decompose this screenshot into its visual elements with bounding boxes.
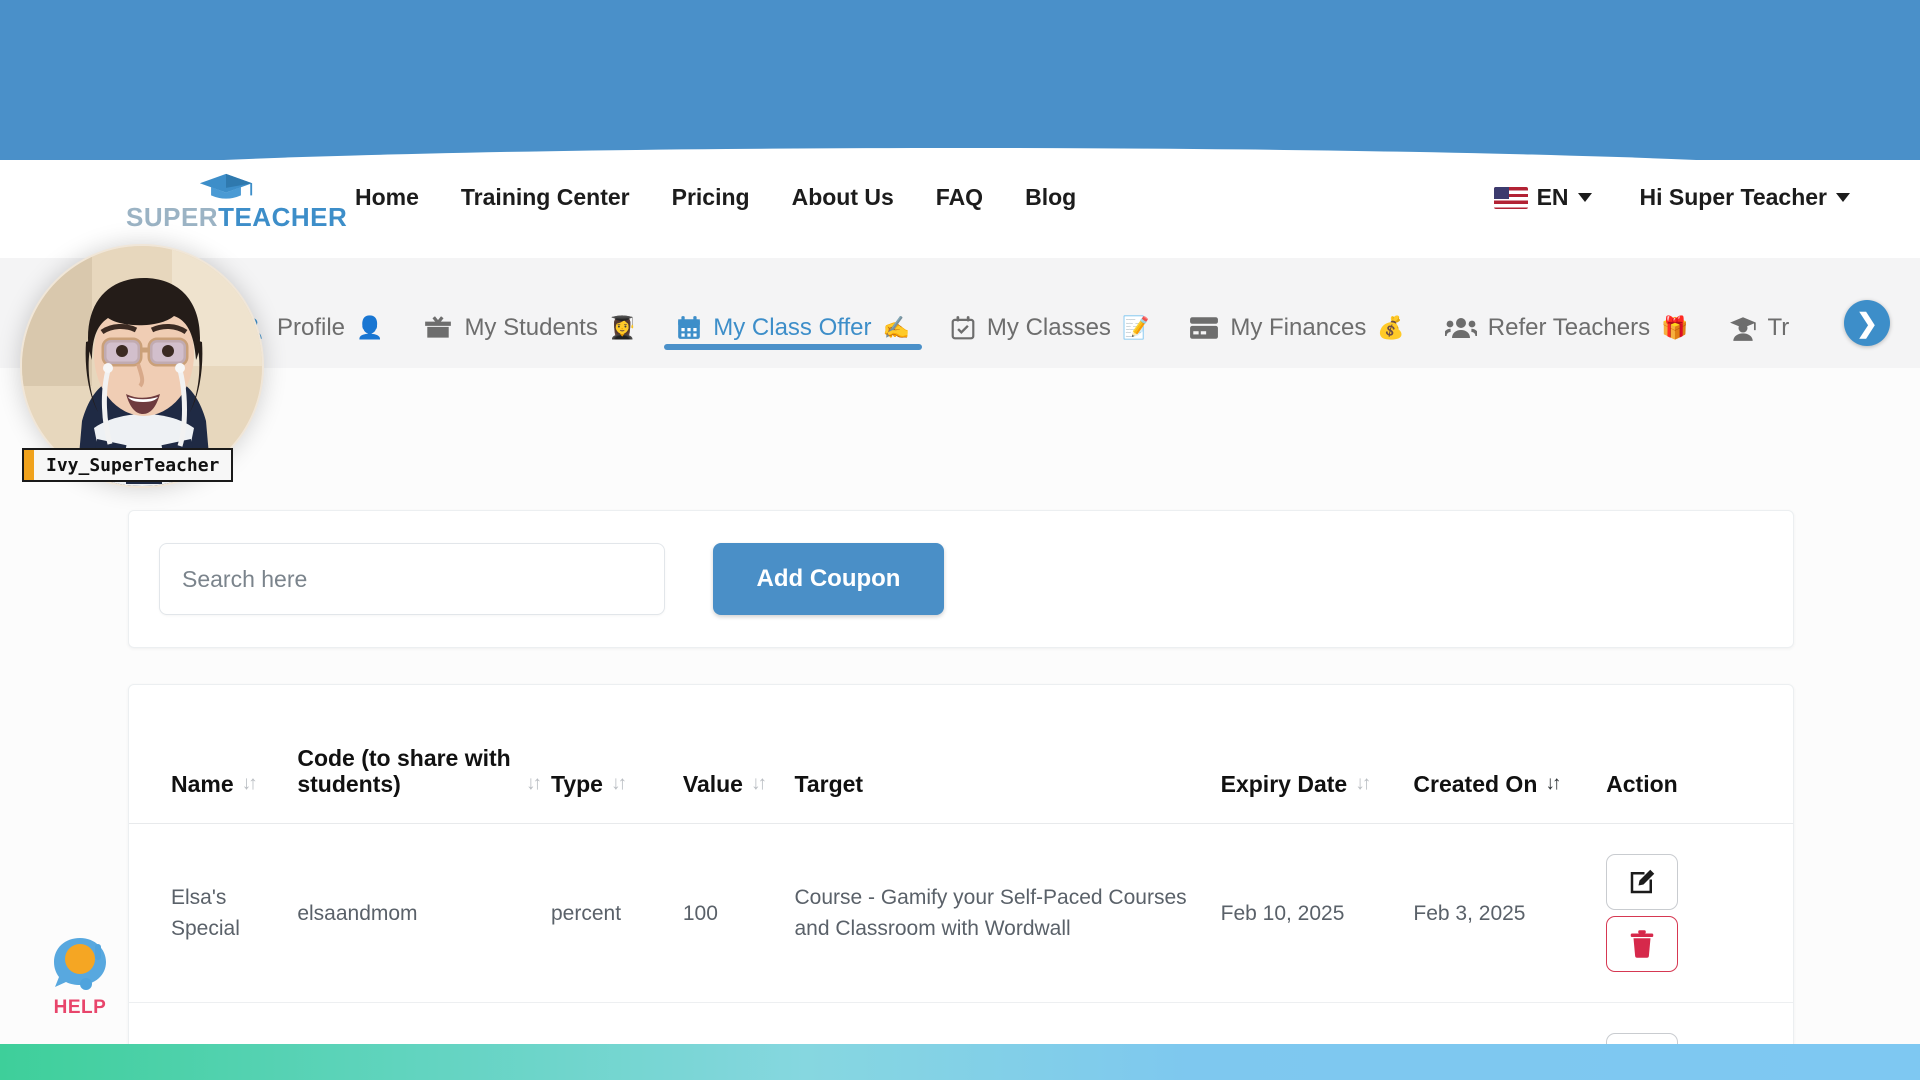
screenshare-top-banner bbox=[0, 0, 1920, 188]
column-label: Target bbox=[794, 771, 864, 798]
tab-label: My Finances bbox=[1230, 314, 1367, 341]
header-right-controls: EN Hi Super Teacher bbox=[1493, 184, 1850, 211]
table-header-row: Name ↓↑ Code (to share with students) ↓↑… bbox=[129, 685, 1793, 825]
logo-wordmark: SUPERTEACHER bbox=[126, 202, 347, 232]
column-header-code: Code (to share with students) ↓↑ bbox=[291, 685, 545, 825]
tab-label: Refer Teachers bbox=[1487, 314, 1651, 341]
graduation-cap-icon bbox=[199, 173, 253, 199]
language-code: EN bbox=[1536, 184, 1569, 210]
tab-my-finances[interactable]: My Finances 💰 bbox=[1169, 258, 1424, 368]
group-icon bbox=[1444, 318, 1477, 338]
table-row: Elsa's Special elsaandmom percent 100 Co… bbox=[129, 823, 1793, 1004]
column-label: Action bbox=[1606, 771, 1678, 798]
tab-my-classes[interactable]: My Classes 📝 bbox=[930, 258, 1169, 368]
tab-emoji: 🎁 bbox=[1661, 315, 1689, 340]
language-selector[interactable]: EN bbox=[1493, 184, 1592, 211]
tab-label: My Class Offer bbox=[713, 314, 872, 341]
column-header-name: Name ↓↑ bbox=[129, 685, 292, 825]
column-header-type: Type ↓↑ bbox=[544, 685, 677, 825]
chevron-down-icon bbox=[1836, 193, 1850, 202]
cell-value: 100 bbox=[676, 823, 789, 1004]
webcam-name-label: Ivy_SuperTeacher bbox=[22, 448, 234, 482]
column-label: Created On bbox=[1413, 771, 1538, 798]
edit-icon bbox=[1630, 870, 1655, 894]
app-screen: SUPERTEACHER Home Training Center Pricin… bbox=[0, 0, 1920, 1080]
tab-label: Profile bbox=[277, 314, 346, 341]
sort-toggle-icon[interactable]: ↓↑ bbox=[751, 773, 767, 797]
column-label: Expiry Date bbox=[1220, 771, 1348, 798]
calendar-icon bbox=[678, 316, 701, 339]
tabstrip-next-button[interactable]: ❯ bbox=[1844, 300, 1890, 346]
tab-emoji: ✍️ bbox=[882, 315, 910, 340]
column-header-expiry-date: Expiry Date ↓↑ bbox=[1214, 685, 1408, 825]
logo-super-text: SUPER bbox=[126, 202, 219, 232]
tab-label: My Students bbox=[464, 314, 598, 341]
user-menu[interactable]: Hi Super Teacher bbox=[1640, 184, 1850, 211]
tab-emoji: 💰 bbox=[1377, 315, 1405, 340]
graduate-icon bbox=[1729, 317, 1756, 341]
edit-coupon-button[interactable] bbox=[1606, 854, 1679, 911]
cell-code: elsaandmom bbox=[291, 823, 545, 1004]
cell-created-on: Feb 3, 2025 bbox=[1407, 823, 1601, 1004]
nav-link-blog[interactable]: Blog bbox=[1025, 184, 1076, 211]
tab-refer-teachers[interactable]: Refer Teachers 🎁 bbox=[1425, 258, 1709, 368]
delete-coupon-button[interactable] bbox=[1606, 916, 1679, 973]
sort-toggle-icon[interactable]: ↓↑ bbox=[611, 773, 627, 797]
cell-target: Course - Gamify your Self-Paced Courses … bbox=[788, 823, 1215, 1004]
table-header: Name ↓↑ Code (to share with students) ↓↑… bbox=[129, 685, 1793, 825]
nav-link-about-us[interactable]: About Us bbox=[792, 184, 894, 211]
column-label: Code (to share with students) bbox=[297, 745, 511, 798]
credit-card-icon bbox=[1190, 317, 1219, 339]
nav-link-pricing[interactable]: Pricing bbox=[672, 184, 750, 211]
site-logo[interactable]: SUPERTEACHER bbox=[126, 172, 347, 232]
headset-support-icon bbox=[54, 938, 106, 990]
calendar-check-icon bbox=[951, 316, 975, 340]
tab-training[interactable]: Tr bbox=[1709, 258, 1810, 368]
help-label: HELP bbox=[53, 997, 107, 1018]
chevron-down-icon bbox=[1577, 193, 1592, 202]
participant-name: Ivy_SuperTeacher bbox=[46, 454, 220, 476]
tab-label: My Classes bbox=[986, 314, 1111, 341]
coupons-table-card: Name ↓↑ Code (to share with students) ↓↑… bbox=[128, 684, 1794, 1080]
cell-action bbox=[1600, 823, 1793, 1004]
table-body: Elsa's Special elsaandmom percent 100 Co… bbox=[129, 823, 1793, 1079]
dashboard-tabstrip: Profile 👤 My Students 👩‍🎓 bbox=[0, 258, 1920, 368]
bottom-gradient-bar bbox=[0, 1044, 1920, 1080]
help-widget[interactable]: HELP bbox=[32, 930, 128, 1019]
sort-toggle-icon[interactable]: ↓↑ bbox=[1545, 773, 1561, 797]
search-input[interactable] bbox=[159, 543, 665, 615]
cell-expiry-date: Feb 10, 2025 bbox=[1214, 823, 1408, 1004]
sort-toggle-icon[interactable]: ↓↑ bbox=[1355, 773, 1371, 797]
main-navigation: Home Training Center Pricing About Us FA… bbox=[355, 184, 1076, 211]
tab-my-students[interactable]: My Students 👩‍🎓 bbox=[403, 258, 656, 368]
logo-teacher-text: TEACHER bbox=[218, 202, 348, 232]
column-label: Name bbox=[171, 771, 234, 798]
column-header-action: Action bbox=[1600, 685, 1793, 825]
tab-emoji: 👤 bbox=[356, 315, 384, 340]
tab-emoji: 👩‍🎓 bbox=[608, 315, 637, 340]
nav-link-faq[interactable]: FAQ bbox=[936, 184, 983, 211]
cell-type: percent bbox=[544, 823, 677, 1004]
tab-label: Tr bbox=[1767, 314, 1790, 341]
add-coupon-button[interactable]: Add Coupon bbox=[713, 543, 944, 615]
us-flag-icon bbox=[1493, 186, 1528, 209]
sort-toggle-icon[interactable]: ↓↑ bbox=[526, 773, 542, 797]
column-header-target: Target bbox=[788, 685, 1215, 825]
cell-name: Elsa's Special bbox=[129, 823, 292, 1004]
trash-icon bbox=[1630, 930, 1654, 959]
column-label: Type bbox=[550, 771, 603, 798]
tab-my-class-offer[interactable]: My Class Offer ✍️ bbox=[656, 258, 930, 368]
students-box-icon bbox=[425, 316, 452, 338]
nav-link-training-center[interactable]: Training Center bbox=[461, 184, 630, 211]
column-label: Value bbox=[682, 771, 743, 798]
name-accent-bar bbox=[24, 450, 34, 480]
column-header-created-on: Created On ↓↑ bbox=[1407, 685, 1601, 825]
column-header-value: Value ↓↑ bbox=[676, 685, 789, 825]
search-panel: Add Coupon bbox=[128, 510, 1794, 648]
coupons-table: Name ↓↑ Code (to share with students) ↓↑… bbox=[129, 685, 1793, 1079]
nav-link-home[interactable]: Home bbox=[355, 184, 419, 211]
sort-toggle-icon[interactable]: ↓↑ bbox=[242, 773, 258, 797]
user-menu-label: Hi Super Teacher bbox=[1639, 184, 1827, 210]
tab-emoji: 📝 bbox=[1121, 315, 1150, 340]
